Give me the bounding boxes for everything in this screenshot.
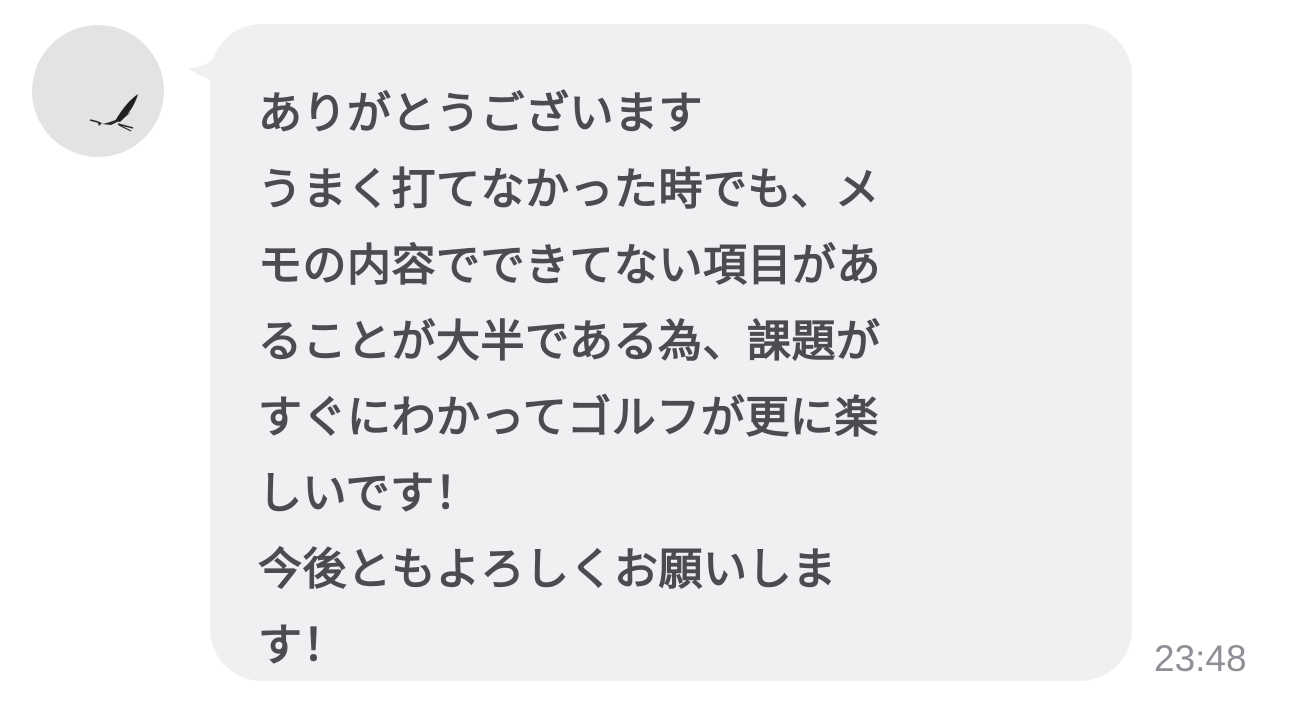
message-line: すぐにわかってゴルフが更に楽: [258, 392, 879, 443]
message-line: うまく打てなかった時でも、メ: [258, 164, 880, 215]
message-line: モの内容でできてない項目があ: [258, 240, 881, 291]
message-line: ありがとうございます: [258, 88, 703, 139]
message-line: す！: [258, 620, 347, 671]
message-line: ることが大半である為、課題が: [258, 316, 881, 367]
avatar[interactable]: [32, 25, 164, 157]
message-line: 今後ともよろしくお願いしま: [258, 544, 837, 595]
message-line: しいです！: [258, 468, 480, 519]
bird-icon: [89, 94, 138, 132]
message-bubble[interactable]: ありがとうございます うまく打てなかった時でも、メ モの内容でできてない項目があ…: [210, 24, 1132, 681]
message-timestamp: 23:48: [1154, 638, 1247, 679]
